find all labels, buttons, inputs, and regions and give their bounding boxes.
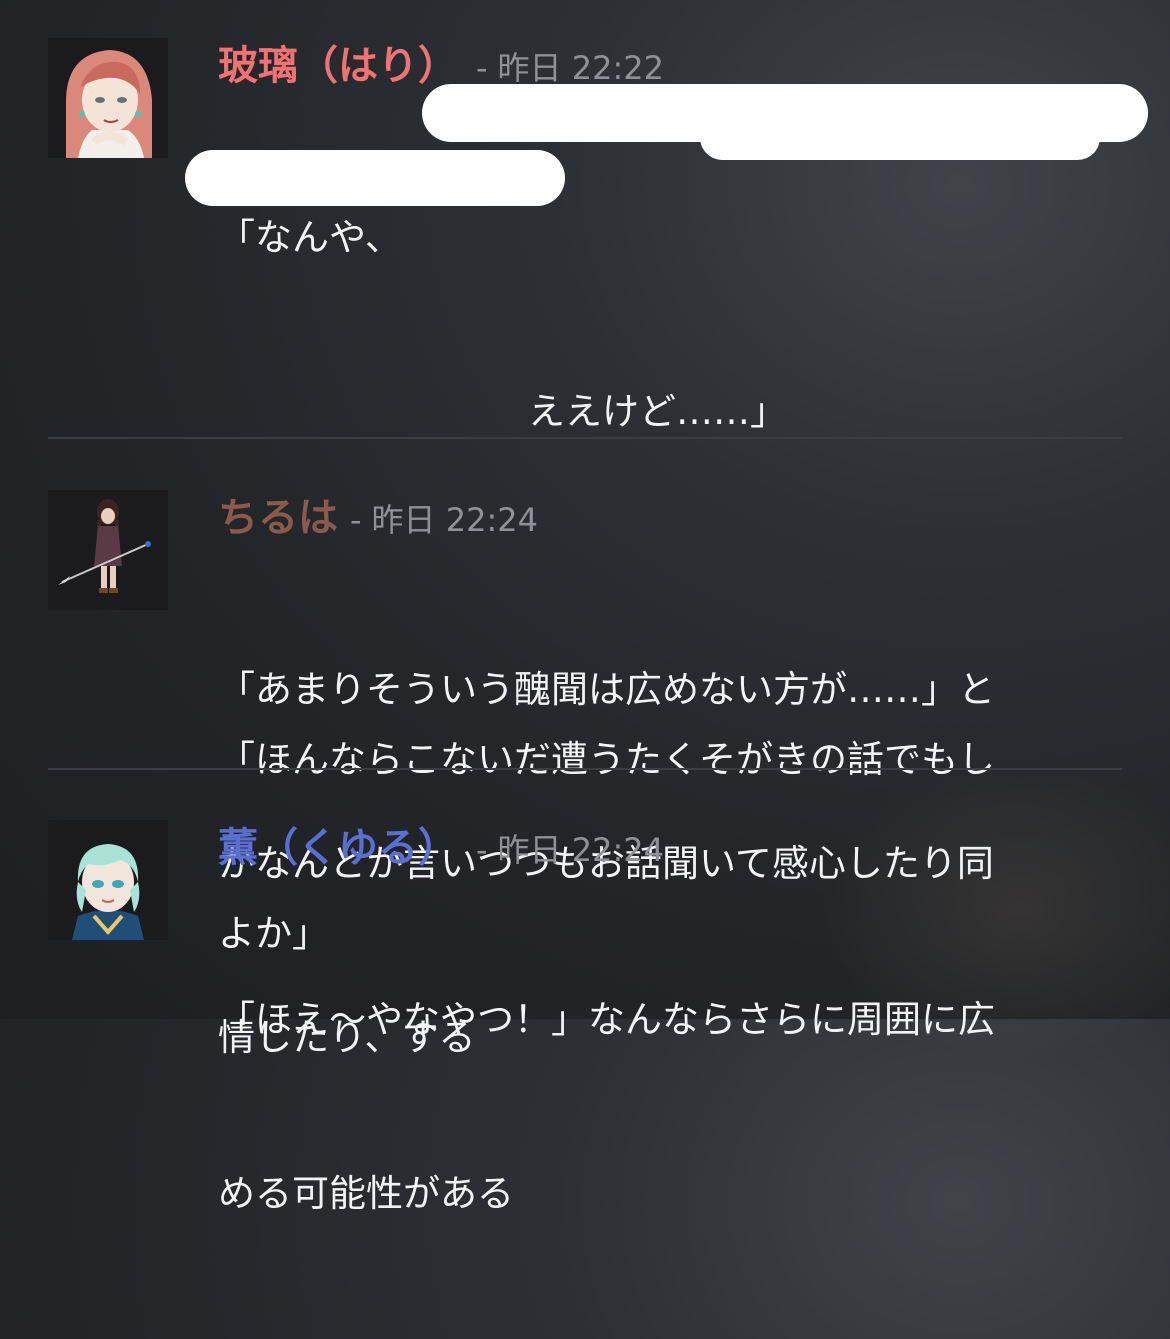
message-line: める可能性がある — [218, 1172, 514, 1215]
timestamp: 昨日 22:24 — [497, 831, 664, 869]
message-line: ええけど……」 — [528, 390, 787, 433]
message-meta: - 昨日 22:24 — [476, 825, 664, 871]
meta-separator: - — [350, 501, 362, 539]
message-meta: - 昨日 22:22 — [476, 43, 664, 89]
redaction-mark — [700, 115, 1100, 160]
message-content: 「ほえ〜やなやつ！」なんならさらに周囲に広 める可能性がある — [218, 875, 1118, 1339]
username[interactable]: ちるは — [218, 490, 338, 546]
timestamp: 昨日 22:24 — [371, 501, 538, 539]
message-line: 「なんや、 — [218, 216, 402, 259]
chat-message: ちるは - 昨日 22:24 「あまりそういう醜聞は広めない方が……」と かなんと… — [48, 490, 1122, 1059]
character-avatar-chiruha-icon — [48, 490, 168, 610]
meta-separator: - — [476, 831, 488, 869]
message-header: ちるは - 昨日 22:24 — [218, 490, 538, 550]
username[interactable]: 玻璃（はり） — [218, 38, 458, 94]
character-avatar-hari-icon — [48, 38, 168, 158]
message-line: 「あまりそういう醜聞は広めない方が……」と — [218, 668, 995, 711]
message-divider — [48, 768, 1122, 770]
chat-message: 薫（くゆる） - 昨日 22:24 「ほえ〜やなやつ！」なんならさらに周囲に広 め… — [48, 820, 1122, 1215]
timestamp: 昨日 22:22 — [497, 49, 664, 87]
redaction-mark — [185, 150, 565, 206]
avatar[interactable] — [48, 820, 168, 940]
message-divider — [48, 437, 1122, 439]
meta-separator: - — [476, 49, 488, 87]
avatar[interactable] — [48, 38, 168, 158]
character-avatar-kuyuru-icon — [48, 820, 168, 940]
avatar[interactable] — [48, 490, 168, 610]
message-line: 「ほえ〜やなやつ！」なんならさらに周囲に広 — [218, 998, 995, 1041]
message-meta: - 昨日 22:24 — [350, 495, 538, 541]
username[interactable]: 薫（くゆる） — [218, 820, 458, 876]
message-header: 薫（くゆる） - 昨日 22:24 — [218, 820, 664, 880]
